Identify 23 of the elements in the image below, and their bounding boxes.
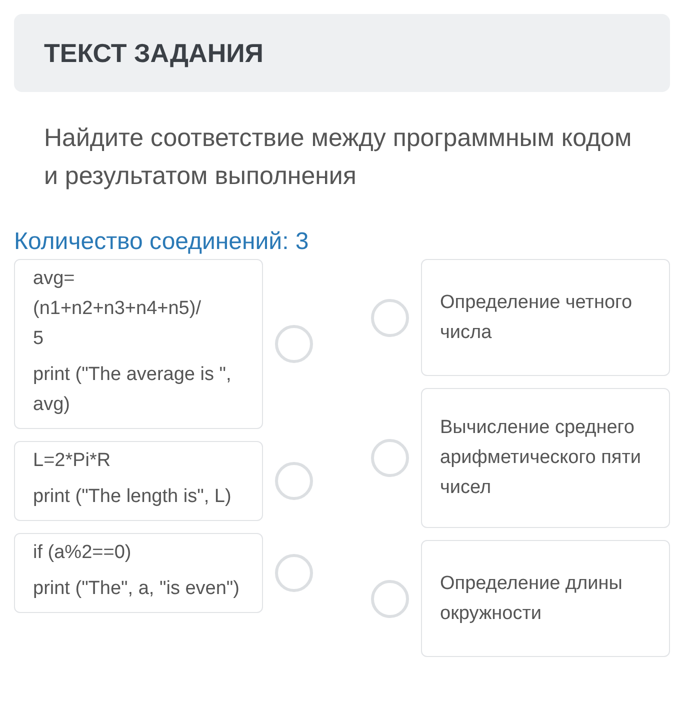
code-card[interactable]: avg= (n1+n2+n3+n4+n5)/ 5 print ("The average is ", avg) — [14, 259, 263, 429]
answer-text: Определение четного числа — [440, 290, 634, 344]
code-line: L=2*Pi*R — [33, 449, 112, 473]
answer-text: Вычисление среднего арифметического пяти чисел — [440, 416, 642, 500]
radio-button[interactable] — [371, 580, 409, 618]
radio-button[interactable] — [275, 325, 313, 363]
code-line: print ("The", a, "is even") — [33, 577, 240, 601]
radio-button[interactable] — [371, 298, 409, 336]
code-line: print ("The length is", L) — [33, 485, 232, 509]
radio-button[interactable] — [275, 462, 313, 500]
instruction-text: Найдите соответствие между программным кодом и результатом выполнения — [43, 123, 633, 192]
code-card[interactable]: if (a%2==0) print ("The", a, "is even") — [14, 533, 263, 613]
code-line: print ("The average is ", avg) — [33, 363, 232, 417]
radio-button[interactable] — [275, 554, 313, 592]
code-card[interactable]: L=2*Pi*R print ("The length is", L) — [14, 441, 263, 521]
code-line: if (a%2==0) — [33, 541, 132, 565]
answer-text: Определение длины окружности — [440, 572, 624, 626]
answer-card[interactable]: Определение длины окружности — [421, 540, 670, 657]
section-title: ТЕКСТ ЗАДАНИЯ — [44, 37, 264, 70]
answer-card[interactable]: Определение четного числа — [421, 259, 670, 376]
answer-card[interactable]: Вычисление среднего арифметического пяти чисел — [421, 388, 670, 528]
connections-count: Количество соединений: 3 — [14, 227, 310, 257]
radio-button[interactable] — [371, 439, 409, 477]
